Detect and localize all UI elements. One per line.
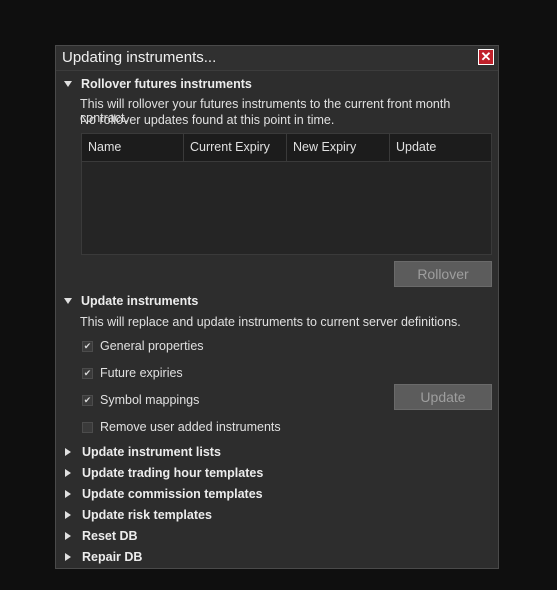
checkbox-symbol-mappings[interactable]: ✔ Symbol mappings <box>82 393 199 407</box>
rollover-grid[interactable]: Name Current Expiry New Expiry Update <box>81 133 492 255</box>
checkbox-checked-icon[interactable]: ✔ <box>82 367 93 379</box>
column-header-name[interactable]: Name <box>82 134 184 161</box>
collapsed-arrow-icon <box>65 553 71 561</box>
section-rollover-header[interactable]: Rollover futures instruments <box>62 75 252 93</box>
column-header-current-expiry[interactable]: Current Expiry <box>184 134 287 161</box>
section-reset-db[interactable]: Reset DB <box>62 527 138 545</box>
checkbox-future-expiries[interactable]: ✔ Future expiries <box>82 366 183 380</box>
checkbox-label: Remove user added instruments <box>100 420 281 434</box>
rollover-status: No rollover updates found at this point … <box>80 113 335 127</box>
section-repair-db[interactable]: Repair DB <box>62 548 142 566</box>
expanded-arrow-icon <box>64 81 72 87</box>
update-button[interactable]: Update <box>394 384 492 410</box>
update-instruments-dialog: Updating instruments... ✕ Rollover futur… <box>55 45 499 569</box>
checkbox-unchecked-icon[interactable] <box>82 421 93 433</box>
checkbox-checked-icon[interactable]: ✔ <box>82 340 93 352</box>
section-update-instruments-label: Update instruments <box>81 294 199 308</box>
rollover-button[interactable]: Rollover <box>394 261 492 287</box>
section-label: Reset DB <box>82 529 138 543</box>
section-update-commission-templates[interactable]: Update commission templates <box>62 485 263 503</box>
checkbox-remove-user-added[interactable]: Remove user added instruments <box>82 420 281 434</box>
checkbox-label: Symbol mappings <box>100 393 200 407</box>
expanded-arrow-icon <box>64 298 72 304</box>
window-title: Updating instruments... <box>62 49 217 66</box>
title-bar[interactable]: Updating instruments... ✕ <box>56 46 498 71</box>
section-update-instruments-header[interactable]: Update instruments <box>62 292 198 310</box>
section-update-risk-templates[interactable]: Update risk templates <box>62 506 212 524</box>
section-label: Update trading hour templates <box>82 466 264 480</box>
checkbox-label: Future expiries <box>100 366 183 380</box>
section-label: Update commission templates <box>82 487 263 501</box>
column-header-update[interactable]: Update <box>390 134 491 161</box>
column-header-new-expiry[interactable]: New Expiry <box>287 134 390 161</box>
collapsed-arrow-icon <box>65 490 71 498</box>
section-label: Repair DB <box>82 550 143 564</box>
collapsed-arrow-icon <box>65 511 71 519</box>
section-label: Update instrument lists <box>82 445 221 459</box>
grid-header: Name Current Expiry New Expiry Update <box>82 134 491 162</box>
update-instruments-description: This will replace and update instruments… <box>80 315 461 329</box>
close-icon[interactable]: ✕ <box>478 49 494 65</box>
checkbox-checked-icon[interactable]: ✔ <box>82 394 93 406</box>
section-rollover-label: Rollover futures instruments <box>81 77 252 91</box>
checkbox-label: General properties <box>100 339 204 353</box>
collapsed-arrow-icon <box>65 532 71 540</box>
section-update-instrument-lists[interactable]: Update instrument lists <box>62 443 221 461</box>
section-update-trading-hour-templates[interactable]: Update trading hour templates <box>62 464 263 482</box>
section-label: Update risk templates <box>82 508 212 522</box>
checkbox-general-properties[interactable]: ✔ General properties <box>82 339 204 353</box>
collapsed-arrow-icon <box>65 469 71 477</box>
collapsed-arrow-icon <box>65 448 71 456</box>
